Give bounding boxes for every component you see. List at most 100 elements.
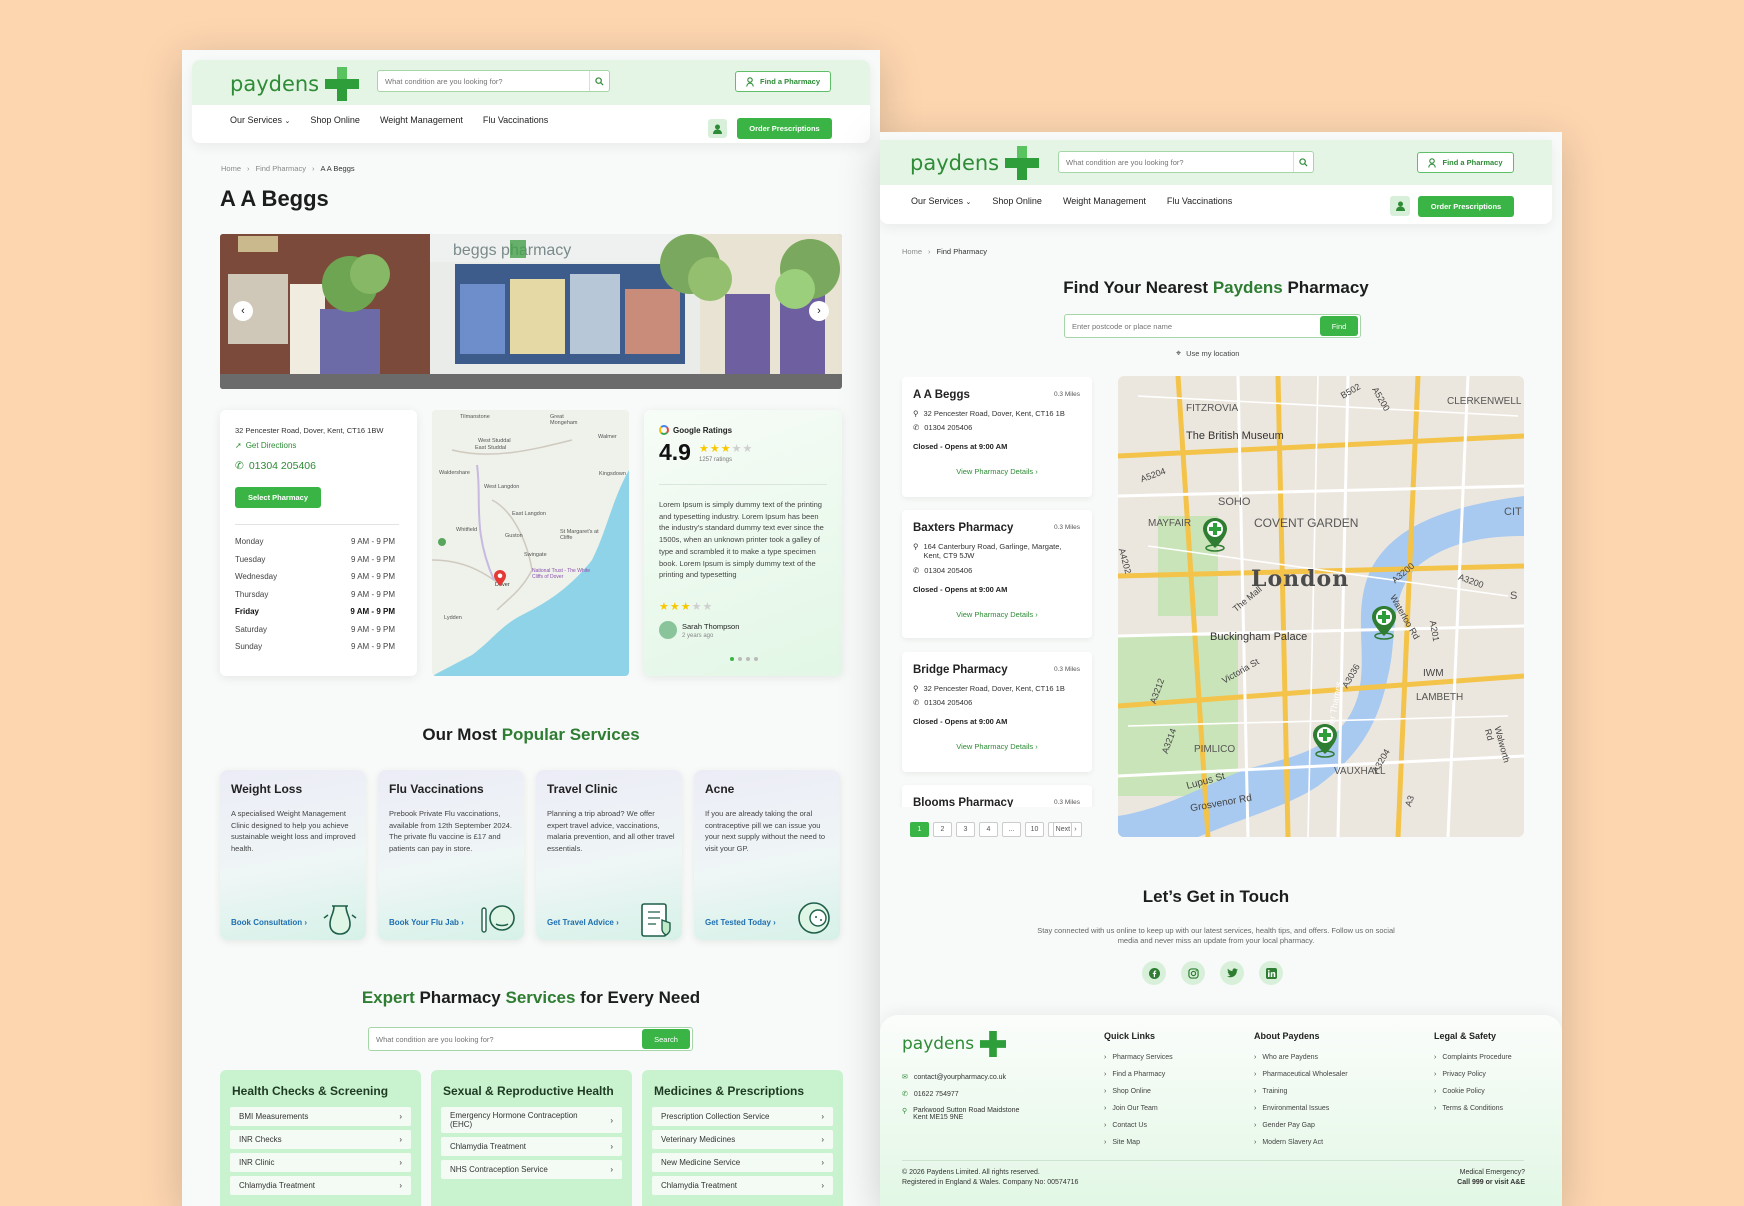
pharmacy-list-item[interactable]: A A Beggs 0.3 Miles ⚲ 32 Pencester Road, … — [902, 377, 1092, 497]
linkedin-icon[interactable] — [1259, 961, 1283, 985]
footer-link[interactable]: › Modern Slavery Act — [1254, 1134, 1348, 1151]
carousel-prev-button[interactable]: ‹ — [233, 301, 253, 321]
category-item[interactable]: Prescription Collection Service › — [652, 1107, 833, 1126]
footer-link[interactable]: › Training — [1254, 1083, 1348, 1100]
breadcrumb-find-pharmacy[interactable]: Find Pharmacy — [256, 164, 306, 173]
select-pharmacy-button[interactable]: Select Pharmacy — [235, 487, 321, 508]
header-search[interactable] — [1058, 151, 1314, 173]
nav-our-services[interactable]: Our Services ⌄ — [911, 196, 971, 206]
carousel-next-button[interactable]: › — [809, 301, 829, 321]
category-item[interactable]: INR Clinic › — [230, 1153, 411, 1172]
services-search-button[interactable]: Search — [642, 1029, 690, 1049]
page-1[interactable]: 1 — [910, 822, 929, 837]
header-search-input[interactable] — [1059, 157, 1293, 167]
facebook-icon[interactable] — [1142, 961, 1166, 985]
pharmacy-list-item[interactable]: Baxters Pharmacy 0.3 Miles ⚲ 164 Canterbu… — [902, 510, 1092, 638]
get-tested-today-link[interactable]: Get Tested Today › — [705, 918, 776, 927]
footer-link[interactable]: › Terms & Conditions — [1434, 1100, 1512, 1117]
pharmacy-map-pin-icon[interactable] — [1202, 518, 1228, 557]
category-item[interactable]: Veterinary Medicines › — [652, 1130, 833, 1149]
book-flu-jab-link[interactable]: Book Your Flu Jab › — [389, 918, 464, 927]
account-button[interactable] — [1390, 196, 1410, 216]
nav-flu-vaccinations[interactable]: Flu Vaccinations — [483, 115, 548, 125]
find-pharmacy-button[interactable]: Find a Pharmacy — [1417, 152, 1514, 173]
account-button[interactable] — [708, 119, 727, 138]
postcode-search[interactable]: Find — [1064, 314, 1361, 338]
pharmacy-map-pin-icon[interactable] — [1312, 724, 1338, 763]
category-item[interactable]: NHS Contraception Service › — [441, 1160, 622, 1179]
footer-link[interactable]: › Find a Pharmacy — [1104, 1066, 1173, 1083]
footer-link[interactable]: › Cookie Policy — [1434, 1083, 1512, 1100]
next-page-button[interactable]: Next › — [1048, 822, 1082, 837]
search-icon[interactable] — [1293, 152, 1313, 172]
instagram-icon[interactable] — [1181, 961, 1205, 985]
pharmacy-finder-map[interactable]: London The British Museum Buckingham Pal… — [1118, 376, 1524, 837]
footer-link[interactable]: › Environmental Issues — [1254, 1100, 1348, 1117]
view-pharmacy-details-link[interactable]: View Pharmacy Details › — [902, 467, 1092, 476]
service-card-travel-clinic[interactable]: Travel Clinic Planning a trip abroad? We… — [536, 770, 682, 940]
services-search[interactable]: Search — [368, 1027, 693, 1051]
book-consultation-link[interactable]: Book Consultation › — [231, 918, 307, 927]
category-item[interactable]: Emergency Hormone Contraception (EHC) › — [441, 1107, 622, 1133]
postcode-input[interactable] — [1065, 321, 1320, 331]
pharmacy-list-item[interactable]: Blooms Pharmacy 0.3 Miles — [902, 785, 1092, 807]
footer-link[interactable]: › Who are Paydens — [1254, 1049, 1348, 1066]
footer-email[interactable]: ✉ contact@yourpharmacy.co.uk — [902, 1073, 1006, 1082]
footer-link[interactable]: › Join Our Team — [1104, 1100, 1173, 1117]
view-pharmacy-details-link[interactable]: View Pharmacy Details › — [902, 610, 1092, 619]
category-item[interactable]: INR Checks › — [230, 1130, 411, 1149]
page-4[interactable]: 4 — [979, 822, 998, 837]
paydens-logo[interactable]: paydens — [910, 146, 1040, 180]
page-2[interactable]: 2 — [933, 822, 952, 837]
view-pharmacy-details-link[interactable]: View Pharmacy Details › — [902, 742, 1092, 751]
search-icon[interactable] — [589, 71, 609, 91]
footer-link[interactable]: › Pharmacy Services — [1104, 1049, 1173, 1066]
nav-our-services[interactable]: Our Services ⌄ — [230, 115, 290, 125]
nav-shop-online[interactable]: Shop Online — [310, 115, 360, 125]
paydens-logo[interactable]: paydens — [230, 67, 360, 101]
pharmacy-phone-link[interactable]: ✆ 01304 205406 — [235, 460, 316, 472]
footer-link[interactable]: › Contact Us — [1104, 1117, 1173, 1134]
category-item[interactable]: Chlamydia Treatment › — [230, 1176, 411, 1195]
services-search-input[interactable] — [369, 1034, 642, 1044]
pharmacy-map-pin-icon[interactable] — [1371, 606, 1397, 645]
service-card-flu-vaccinations[interactable]: Flu Vaccinations Prebook Private Flu vac… — [378, 770, 524, 940]
page-10[interactable]: 10 — [1025, 822, 1044, 837]
category-item[interactable]: New Medicine Service › — [652, 1153, 833, 1172]
find-pharmacy-button[interactable]: Find a Pharmacy — [735, 71, 831, 92]
twitter-icon[interactable] — [1220, 961, 1244, 985]
order-prescriptions-button[interactable]: Order Prescriptions — [737, 118, 832, 139]
breadcrumb-home[interactable]: Home — [221, 164, 241, 173]
footer-link[interactable]: › Shop Online — [1104, 1083, 1173, 1100]
footer-link[interactable]: › Complaints Procedure — [1434, 1049, 1512, 1066]
footer-link[interactable]: › Gender Pay Gap — [1254, 1117, 1348, 1134]
service-card-acne[interactable]: Acne If you are already taking the oral … — [694, 770, 840, 940]
nav-weight-management[interactable]: Weight Management — [380, 115, 463, 125]
nav-weight-management[interactable]: Weight Management — [1063, 196, 1146, 206]
category-item[interactable]: Chlamydia Treatment › — [441, 1137, 622, 1156]
carousel-dots[interactable] — [730, 657, 758, 661]
breadcrumb-home[interactable]: Home — [902, 247, 922, 256]
header-search[interactable] — [377, 70, 610, 92]
pharmacy-location-map[interactable]: Tilmanstone Great Mongeham Walmer West S… — [432, 410, 629, 676]
find-button[interactable]: Find — [1320, 316, 1358, 336]
use-my-location-link[interactable]: ⌖ Use my location — [1176, 348, 1239, 359]
footer-logo[interactable]: paydens — [902, 1031, 1007, 1057]
category-item[interactable]: BMI Measurements › — [230, 1107, 411, 1126]
map-label: Swingate — [524, 552, 547, 558]
chevron-down-icon: ⌄ — [284, 118, 291, 125]
footer-phone[interactable]: ✆ 01622 754977 — [902, 1090, 959, 1099]
service-card-weight-loss[interactable]: Weight Loss A specialised Weight Managem… — [220, 770, 366, 940]
footer-link[interactable]: › Site Map — [1104, 1134, 1173, 1151]
nav-flu-vaccinations[interactable]: Flu Vaccinations — [1167, 196, 1232, 206]
get-travel-advice-link[interactable]: Get Travel Advice › — [547, 918, 619, 927]
footer-link[interactable]: › Pharmaceutical Wholesaler — [1254, 1066, 1348, 1083]
nav-shop-online[interactable]: Shop Online — [992, 196, 1042, 206]
order-prescriptions-button[interactable]: Order Prescriptions — [1418, 196, 1514, 217]
category-item[interactable]: Chlamydia Treatment › — [652, 1176, 833, 1195]
page-3[interactable]: 3 — [956, 822, 975, 837]
get-directions-link[interactable]: ➚ Get Directions — [235, 441, 296, 450]
footer-link[interactable]: › Privacy Policy — [1434, 1066, 1512, 1083]
pharmacy-list-item[interactable]: Bridge Pharmacy 0.3 Miles ⚲ 32 Pencester … — [902, 652, 1092, 772]
header-search-input[interactable] — [378, 76, 589, 86]
